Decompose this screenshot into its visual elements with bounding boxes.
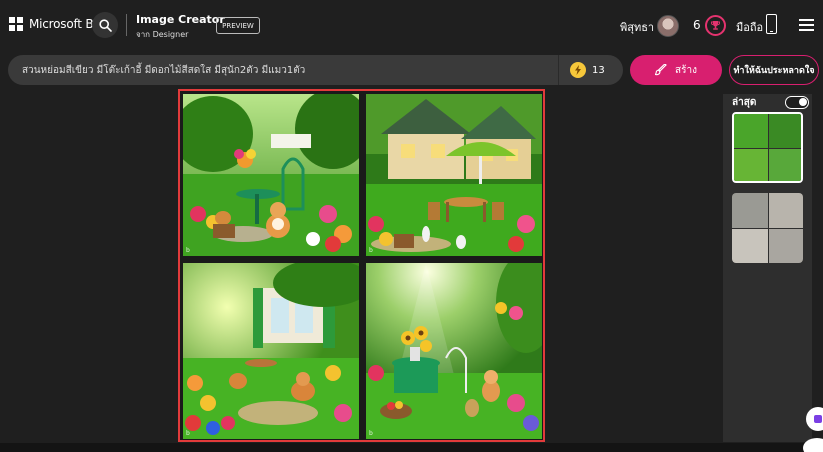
generated-image-4[interactable]: b bbox=[366, 263, 542, 439]
recent-panel: ล่าสุด bbox=[723, 94, 812, 442]
prompt-input[interactable]: สวนหย่อมสีเขียว มีโต๊ะเก้าอี้ มีดอกไม้สี… bbox=[8, 55, 623, 85]
prompt-divider bbox=[558, 55, 559, 85]
header-divider bbox=[126, 14, 127, 36]
generated-image-1[interactable]: b bbox=[183, 94, 359, 256]
lightning-icon bbox=[570, 62, 586, 78]
boost-count: 13 bbox=[592, 64, 605, 76]
thumb-cell bbox=[732, 193, 768, 228]
thumb-cell bbox=[734, 147, 768, 181]
create-button-label: สร้าง bbox=[675, 64, 697, 76]
phone-icon[interactable] bbox=[766, 14, 777, 34]
app-subtitle: จาก Designer bbox=[136, 30, 189, 39]
surprise-me-button[interactable]: ทำให้ฉันประหลาดใจ bbox=[729, 55, 819, 85]
thumb-cell bbox=[767, 114, 801, 148]
thumb-cell bbox=[767, 147, 801, 181]
search-button[interactable] bbox=[92, 12, 118, 38]
thumb-cell bbox=[767, 228, 803, 263]
user-name[interactable]: พิสุทธา bbox=[620, 18, 654, 36]
recent-label: ล่าสุด bbox=[732, 97, 757, 108]
avatar[interactable] bbox=[657, 15, 679, 37]
generated-image-2[interactable]: b bbox=[366, 94, 542, 256]
image-label: b bbox=[186, 430, 190, 437]
preview-badge: PREVIEW bbox=[216, 17, 260, 34]
hamburger-menu-icon[interactable] bbox=[799, 19, 814, 31]
prompt-text[interactable]: สวนหย่อมสีเขียว มีโต๊ะเก้าอี้ มีดอกไม้สี… bbox=[22, 63, 305, 78]
floating-action-button[interactable] bbox=[803, 438, 823, 452]
windows-logo-icon bbox=[9, 17, 23, 31]
bottom-bar bbox=[0, 443, 823, 452]
thumb-cell bbox=[767, 193, 803, 228]
feedback-button[interactable] bbox=[806, 407, 823, 431]
rewards-button[interactable] bbox=[705, 15, 726, 36]
thumb-cell bbox=[732, 228, 768, 263]
create-button[interactable]: สร้าง bbox=[630, 55, 722, 85]
thumb-cell bbox=[734, 114, 768, 148]
recent-thumbnail-garden[interactable] bbox=[732, 112, 803, 183]
header-bar: Microsoft Bing Image Creator จาก Designe… bbox=[0, 0, 823, 52]
mobile-label[interactable]: มือถือ bbox=[736, 18, 763, 36]
brush-icon bbox=[655, 64, 667, 76]
generated-image-3[interactable]: b bbox=[183, 263, 359, 439]
app-title[interactable]: Image Creator bbox=[136, 13, 225, 26]
trophy-icon bbox=[711, 21, 720, 30]
boost-counter[interactable]: 13 bbox=[570, 62, 605, 78]
rewards-count: 6 bbox=[693, 18, 701, 32]
image-label: b bbox=[369, 430, 373, 437]
toggle-knob bbox=[799, 98, 807, 106]
image-label: b bbox=[186, 247, 190, 254]
feedback-icon bbox=[814, 415, 822, 423]
search-icon bbox=[98, 18, 112, 32]
image-grid: b b b b bbox=[178, 89, 545, 442]
image-label: b bbox=[369, 247, 373, 254]
recent-toggle[interactable] bbox=[785, 96, 809, 109]
recent-thumbnail-interior[interactable] bbox=[732, 193, 803, 263]
